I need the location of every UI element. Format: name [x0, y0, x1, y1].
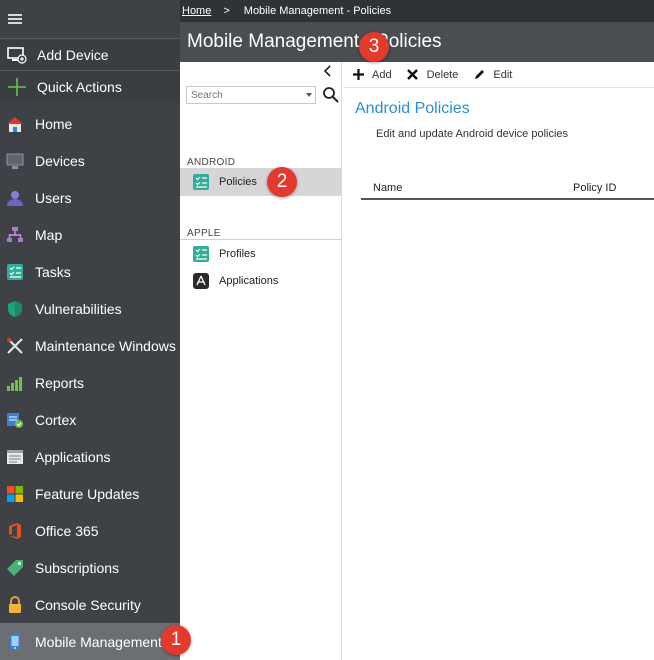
- users-icon: [5, 188, 25, 208]
- nav-item-label: Console Security: [35, 596, 141, 613]
- breadcrumb-current: Mobile Management - Policies: [243, 5, 392, 17]
- app-window: Add Device Quick Actions Home Devices Us…: [0, 0, 654, 660]
- mobile-icon: [5, 632, 25, 652]
- quick-actions-label: Quick Actions: [37, 78, 122, 95]
- breadcrumb-separator: >: [223, 5, 230, 17]
- nav-item-devices[interactable]: Devices: [0, 142, 180, 179]
- applications-icon: [5, 447, 25, 467]
- plus-icon: [6, 76, 28, 98]
- nav-item-label: Vulnerabilities: [35, 300, 122, 317]
- add-device-icon: [6, 44, 28, 66]
- edit-button[interactable]: Edit: [472, 68, 512, 82]
- nav-item-label: Reports: [35, 374, 85, 391]
- nav-header: [0, 0, 180, 38]
- secondary-panel: ANDROID Policies APPLE Profiles Applicat…: [180, 62, 342, 660]
- add-device-button[interactable]: Add Device: [0, 38, 180, 70]
- pencil-icon: [472, 68, 486, 82]
- tools-icon: [5, 336, 25, 356]
- checklist-icon: [192, 245, 210, 263]
- subnav-item-label: Applications: [219, 275, 279, 287]
- breadcrumb-home-link[interactable]: Home: [182, 5, 211, 17]
- left-nav: Add Device Quick Actions Home Devices Us…: [0, 0, 180, 660]
- tag-icon: [5, 558, 25, 578]
- office-icon: [5, 521, 25, 541]
- section-title: Android Policies: [355, 100, 470, 117]
- close-icon: [406, 68, 420, 82]
- breadcrumb: Home > Mobile Management - Policies: [180, 0, 654, 22]
- cortex-icon: [5, 410, 25, 430]
- add-button[interactable]: Add: [351, 68, 392, 82]
- callout-badge-1: 1: [161, 625, 191, 655]
- edit-button-label: Edit: [493, 68, 513, 81]
- nav-item-subscriptions[interactable]: Subscriptions: [0, 549, 180, 586]
- nav-item-label: Office 365: [35, 522, 99, 539]
- nav-item-office-365[interactable]: Office 365: [0, 512, 180, 549]
- search-field[interactable]: [186, 86, 316, 104]
- nav-item-label: Map: [35, 226, 63, 243]
- quick-actions-button[interactable]: Quick Actions: [0, 70, 180, 102]
- subnav-item-label: Profiles: [219, 248, 256, 260]
- plus-icon: [351, 68, 365, 82]
- nav-item-label: Cortex: [35, 411, 77, 428]
- delete-button[interactable]: Delete: [406, 68, 459, 82]
- add-button-label: Add: [372, 68, 392, 81]
- nav-item-users[interactable]: Users: [0, 179, 180, 216]
- nav-item-label: Home: [35, 115, 73, 132]
- delete-button-label: Delete: [426, 68, 459, 81]
- nav-item-applications[interactable]: Applications: [0, 438, 180, 475]
- callout-badge-2: 2: [267, 167, 297, 197]
- subnav-item-label: Policies: [219, 176, 257, 188]
- monitor-icon: [5, 151, 25, 171]
- subnav-item-profiles[interactable]: Profiles: [180, 240, 341, 268]
- collapse-chevron-left-icon[interactable]: [323, 64, 333, 80]
- nav-item-label: Feature Updates: [35, 485, 140, 502]
- nav-item-label: Tasks: [35, 263, 71, 280]
- nav-item-map[interactable]: Map: [0, 216, 180, 253]
- subnav-item-policies[interactable]: Policies: [180, 168, 341, 196]
- map-icon: [5, 225, 25, 245]
- search-icon[interactable]: [322, 86, 340, 104]
- column-header-name[interactable]: Name: [373, 182, 402, 194]
- nav-item-vulnerabilities[interactable]: Vulnerabilities: [0, 290, 180, 327]
- search-input[interactable]: [191, 89, 301, 101]
- nav-item-home[interactable]: Home: [0, 105, 180, 142]
- nav-item-cortex[interactable]: Cortex: [0, 401, 180, 438]
- nav-item-reports[interactable]: Reports: [0, 364, 180, 401]
- nav-item-mobile-management[interactable]: Mobile Management: [0, 623, 180, 660]
- app-store-icon: [192, 272, 210, 290]
- nav-item-tasks[interactable]: Tasks: [0, 253, 180, 290]
- tasks-icon: [5, 262, 25, 282]
- column-header-policy-id[interactable]: Policy ID: [573, 182, 616, 194]
- table-header: Name Policy ID: [361, 176, 654, 200]
- section-label-apple: APPLE: [187, 228, 221, 239]
- nav-item-label: Applications: [35, 448, 111, 465]
- nav-item-label: Maintenance Windows: [35, 337, 176, 354]
- callout-badge-3: 3: [359, 32, 389, 62]
- nav-item-feature-updates[interactable]: Feature Updates: [0, 475, 180, 512]
- main-content: Add Delete Edit Android Policies Edit an…: [343, 62, 654, 660]
- nav-item-label: Subscriptions: [35, 559, 120, 576]
- nav-item-label: Users: [35, 189, 72, 206]
- chart-icon: [5, 373, 25, 393]
- nav-item-label: Devices: [35, 152, 85, 169]
- home-icon: [5, 114, 25, 134]
- section-subtitle: Edit and update Android device policies: [376, 128, 569, 140]
- windows-icon: [5, 484, 25, 504]
- search-dropdown-chevron-icon[interactable]: [306, 93, 312, 97]
- toolbar: Add Delete Edit: [343, 62, 654, 88]
- menu-icon[interactable]: [8, 14, 22, 24]
- page-title-bar: Mobile Management - Policies: [180, 22, 654, 62]
- nav-item-label: Mobile Management: [35, 633, 162, 650]
- page-title: Mobile Management - Policies: [187, 31, 442, 52]
- nav-item-maintenance-windows[interactable]: Maintenance Windows: [0, 327, 180, 364]
- nav-item-console-security[interactable]: Console Security: [0, 586, 180, 623]
- lock-icon: [5, 595, 25, 615]
- section-label-android: ANDROID: [187, 157, 236, 168]
- shield-icon: [5, 299, 25, 319]
- checklist-icon: [192, 173, 210, 191]
- subnav-item-applications[interactable]: Applications: [180, 267, 341, 295]
- add-device-label: Add Device: [37, 46, 109, 63]
